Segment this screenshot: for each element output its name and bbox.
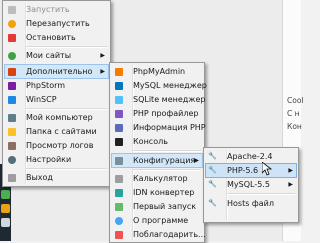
globe-icon (7, 51, 16, 60)
settings-icon (7, 155, 16, 164)
first-run-icon (114, 202, 123, 211)
configuration-submenu: 🔧 Apache-2.4 🔧 PHP-5.6 ▶ 🔧 MySQL-5.5 ▶ 🔧… (203, 147, 299, 223)
submenu-arrow-icon: ▶ (100, 68, 105, 75)
wrench-icon: 🔧 (208, 180, 217, 188)
menu-item-phpstorm[interactable]: PhpStorm (5, 79, 108, 92)
phpmyadmin-icon (114, 67, 123, 76)
menu-item-thanks[interactable]: Поблагодарить... (112, 228, 206, 241)
menu-item-extra[interactable]: Дополнительно ▶ (4, 64, 109, 79)
stop-flag-icon (7, 33, 16, 42)
menu-item-winscp[interactable]: WinSCP (5, 93, 108, 106)
tools-icon (7, 67, 16, 76)
wrench-icon: 🔧 (208, 152, 217, 160)
play-icon (7, 5, 16, 14)
wrench-icon: 🔧 (208, 166, 217, 174)
monitor-icon[interactable] (1, 218, 10, 227)
menu-item-php-profiler[interactable]: PHP профайлер (112, 107, 202, 120)
tray-icon[interactable] (1, 204, 10, 213)
submenu-arrow-icon: ▶ (288, 167, 293, 174)
mouse-cursor-icon (262, 162, 272, 176)
profiler-icon (114, 109, 123, 118)
menu-item-restart[interactable]: Перезапустить (5, 17, 108, 30)
phpstorm-icon (7, 81, 16, 90)
sqlite-icon (114, 95, 123, 104)
menu-item-console[interactable]: Консоль (112, 135, 202, 148)
mysql-icon (114, 81, 123, 90)
menu-item-mysql-manager[interactable]: MySQL менеджер (112, 79, 207, 92)
menu-item-sites-folder[interactable]: Папка с сайтами (5, 125, 108, 138)
menu-item-my-computer[interactable]: Мой компьютер (5, 111, 108, 124)
calculator-icon (114, 174, 123, 183)
winscp-icon (7, 95, 16, 104)
submenu-arrow-icon: ▶ (100, 52, 105, 59)
menu-item-idn-converter[interactable]: IDN конвертер (112, 186, 202, 199)
menu-item-settings[interactable]: Настройки (5, 153, 108, 166)
menu-item-apache[interactable]: 🔧 Apache-2.4 (206, 150, 296, 163)
menu-item-configuration[interactable]: Конфигурация ▶ (111, 153, 203, 168)
menu-item-start[interactable]: Запустить (5, 3, 108, 16)
folder-icon (7, 127, 16, 136)
menu-item-my-sites[interactable]: Мои сайты ▶ (5, 49, 108, 62)
menu-item-hosts-file[interactable]: 🔧 Hosts файл (206, 197, 296, 210)
about-icon (114, 216, 123, 225)
console-icon (114, 137, 123, 146)
menu-item-view-logs[interactable]: Просмотр логов (5, 139, 108, 152)
menu-item-first-run[interactable]: Первый запуск (112, 200, 202, 213)
background-window-line: С н (287, 109, 300, 118)
idn-icon (114, 188, 123, 197)
menu-item-php-info[interactable]: Информация PHP (112, 121, 206, 134)
menu-item-exit[interactable]: Выход (5, 171, 108, 184)
main-context-menu: Запустить Перезапустить Остановить Мои с… (2, 0, 111, 187)
menu-item-about[interactable]: О программе (112, 214, 202, 227)
thanks-icon (114, 230, 123, 239)
menu-item-phpmyadmin[interactable]: PhpMyAdmin (112, 65, 202, 78)
logs-icon (7, 141, 16, 150)
background-window-line: Кон (287, 122, 302, 131)
submenu-arrow-icon: ▶ (194, 157, 199, 164)
menu-item-mysql[interactable]: 🔧 MySQL-5.5 ▶ (206, 178, 296, 191)
computer-icon (7, 113, 16, 122)
menu-item-calculator[interactable]: Калькулятор (112, 172, 202, 185)
wrench-icon: 🔧 (208, 199, 217, 207)
submenu-arrow-icon: ▶ (288, 181, 293, 188)
extra-submenu: PhpMyAdmin MySQL менеджер SQLite менедже… (109, 62, 207, 243)
exit-icon (7, 173, 16, 182)
info-icon (114, 123, 123, 132)
openserver-flag-icon[interactable] (1, 190, 10, 199)
config-icon (114, 156, 123, 165)
menu-item-sqlite-manager[interactable]: SQLite менеджер (112, 93, 206, 106)
background-window-line: Cool (287, 96, 304, 105)
restart-icon (7, 19, 16, 28)
menu-item-php[interactable]: 🔧 PHP-5.6 ▶ (205, 163, 297, 178)
menu-item-stop[interactable]: Остановить (5, 31, 108, 44)
